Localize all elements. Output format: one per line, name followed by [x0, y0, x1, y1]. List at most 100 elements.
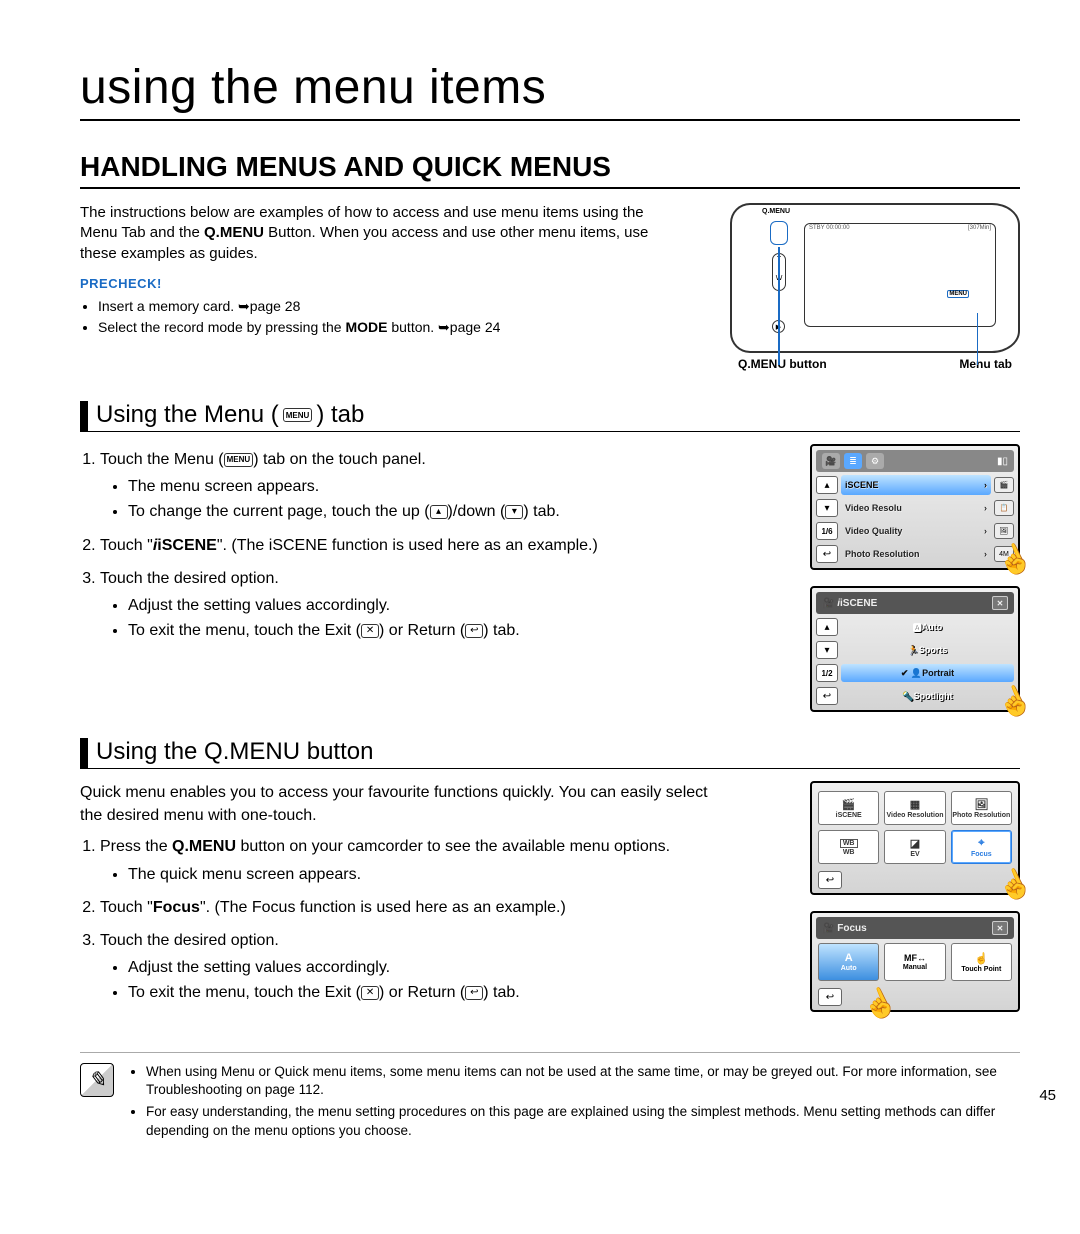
- t: Touch the desired option.: [100, 932, 279, 949]
- label-menu-tab: Menu tab: [959, 357, 1012, 371]
- list-icon: ≣: [844, 453, 862, 469]
- step-2: Touch "Focus". (The Focus function is us…: [100, 896, 720, 919]
- step-3: Touch the desired option. Adjust the set…: [100, 567, 720, 643]
- page-counter: 1/2: [816, 664, 838, 682]
- step-3: Touch the desired option. Adjust the set…: [100, 929, 720, 1005]
- substep: Adjust the setting values accordingly.: [128, 956, 720, 979]
- note-icon: ✎: [80, 1063, 114, 1097]
- quickmenu-screen-illustration: 🎬iSCENE ▦Video Resolution 🖼Photo Resolut…: [810, 781, 1020, 895]
- intro-bold: Q.MENU: [204, 224, 264, 241]
- menu-item-vidqual: Video Quality›: [841, 521, 991, 541]
- cam-mode-icon: 🎥: [822, 453, 840, 469]
- precheck-label: PRECHECK!: [80, 276, 720, 291]
- exit-icon: ✕: [361, 986, 379, 1000]
- t: ) tab.: [483, 984, 519, 1001]
- note-item: When using Menu or Quick menu items, som…: [146, 1063, 1020, 1099]
- t: ) or Return (: [379, 984, 465, 1001]
- iscene-screen-illustration: 🎥 iiSCENE ✕ ▴🅰 Auto ▾🏃 Sports 1/2✔ 👤 Por…: [810, 586, 1020, 712]
- menu-icon: MENU: [283, 408, 313, 422]
- step-2: Touch "iiSCENE". (The iSCENE function is…: [100, 534, 720, 557]
- qcell-wb: WBWB: [818, 830, 879, 864]
- note-item: For easy understanding, the menu setting…: [146, 1103, 1020, 1139]
- qcell-photores: 🖼Photo Resolution: [951, 791, 1012, 825]
- quickmenu-grid: 🎬iSCENE ▦Video Resolution 🖼Photo Resolut…: [816, 787, 1014, 868]
- focus-touchpoint: ☝Touch Point: [951, 943, 1012, 981]
- t: button on your camcorder to see the avai…: [236, 838, 670, 855]
- lcd-screen: STBY 00:00:00 [307Min] MENU: [804, 223, 996, 327]
- battery-icon: ▮▯: [997, 456, 1008, 467]
- down-icon: ▾: [505, 505, 523, 519]
- page-counter: 1/6: [816, 522, 838, 540]
- leader-line-menutab: [977, 313, 979, 365]
- panel-title-bar: 🎥 iiSCENE ✕: [816, 592, 1014, 614]
- focus-auto: AAuto: [818, 943, 879, 981]
- subhead-bar-icon: [80, 401, 88, 431]
- t: To change the current page, touch the up…: [128, 503, 430, 520]
- return-button: ↩: [816, 687, 838, 705]
- t: Touch the Menu (: [100, 451, 224, 468]
- t: Touch ": [100, 537, 153, 554]
- substep: To exit the menu, touch the Exit (✕) or …: [128, 619, 720, 642]
- up-button: ▴: [816, 618, 838, 636]
- subhead-text-b: ) tab: [316, 401, 364, 429]
- badge-icon: 🎬: [994, 477, 1014, 493]
- subhead-bar-icon: [80, 738, 88, 768]
- panel-title-bar: 🎥 Focus ✕: [816, 917, 1014, 939]
- t: To exit the menu, touch the Exit (: [128, 622, 361, 639]
- panel-title: iSCENE: [840, 598, 877, 609]
- option-spotlight: 🔦 Spotlight: [841, 687, 1014, 705]
- gear-icon: ⚙: [866, 453, 884, 469]
- subhead-menu-tab: Using the Menu ( MENU ) tab: [80, 401, 1020, 432]
- t: ) tab.: [523, 503, 559, 520]
- badge-icon: 📋: [994, 500, 1014, 516]
- menu-item-photores: Photo Resolution›: [841, 544, 991, 564]
- qmenu-intro: Quick menu enables you to access your fa…: [80, 781, 720, 827]
- intro-text: The instructions below are examples of h…: [80, 203, 670, 264]
- t: ) tab on the touch panel.: [253, 451, 426, 468]
- menu-tab-on-lcd: MENU: [947, 290, 969, 298]
- subhead-qmenu: Using the Q.MENU button: [80, 738, 1020, 769]
- leader-line-qmenu: [778, 247, 780, 365]
- subhead-text-a: Using the Menu (: [96, 401, 279, 429]
- focus-screen-illustration: 🎥 Focus ✕ AAuto MF↔Manual ☝Touch Point ↩…: [810, 911, 1020, 1012]
- menu-item-iscene: iSCENE›: [841, 475, 991, 495]
- t: Q.MENU: [172, 838, 236, 855]
- t: ". (The iSCENE function is used here as …: [217, 537, 598, 554]
- panel-tabs: 🎥 ≣ ⚙ ▮▯: [816, 450, 1014, 472]
- focus-manual: MF↔Manual: [884, 943, 945, 981]
- t: )/down (: [448, 503, 506, 520]
- return-icon: ↩: [465, 986, 483, 1000]
- qmenu-button-shape: [770, 221, 788, 245]
- down-button: ▾: [816, 499, 838, 517]
- menu-screen-illustration: 🎥 ≣ ⚙ ▮▯ ▴iSCENE›🎬 ▾Video Resolu›📋 1/6Vi…: [810, 444, 1020, 570]
- exit-icon: ✕: [361, 624, 379, 638]
- substep: To change the current page, touch the up…: [128, 500, 720, 523]
- panel-title: Focus: [837, 923, 866, 934]
- t: iSCENE: [157, 537, 217, 554]
- hand-pointer-icon: ☝: [992, 862, 1038, 907]
- option-auto: 🅰 Auto: [841, 618, 1014, 636]
- qmenu-steps: Press the Q.MENU button on your camcorde…: [80, 835, 720, 1004]
- t: ) or Return (: [379, 622, 465, 639]
- step-1: Press the Q.MENU button on your camcorde…: [100, 835, 720, 885]
- hand-pointer-icon: ☝: [857, 981, 903, 1026]
- note-block: ✎ When using Menu or Quick menu items, s…: [80, 1052, 1020, 1144]
- up-icon: ▴: [430, 505, 448, 519]
- section-heading: HANDLING MENUS AND QUICK MENUS: [80, 151, 1020, 189]
- page-number: 45: [1039, 1087, 1056, 1104]
- menu-item-vidres: Video Resolu›: [841, 498, 991, 518]
- t: Focus: [153, 899, 200, 916]
- substep: The quick menu screen appears.: [128, 863, 720, 886]
- close-icon: ✕: [992, 596, 1008, 610]
- qcell-focus: ⌖Focus: [951, 830, 1012, 864]
- precheck-item: Select the record mode by pressing the M…: [98, 318, 720, 338]
- t: ) tab.: [483, 622, 519, 639]
- qcell-videores: ▦Video Resolution: [884, 791, 945, 825]
- t: Press the: [100, 838, 172, 855]
- page-title: using the menu items: [80, 60, 1020, 121]
- up-button: ▴: [816, 476, 838, 494]
- status-left: STBY 00:00:00: [809, 225, 850, 231]
- t: To exit the menu, touch the Exit (: [128, 984, 361, 1001]
- option-portrait: ✔ 👤 Portrait: [841, 664, 1014, 682]
- subhead-text: Using the Q.MENU button: [96, 738, 373, 768]
